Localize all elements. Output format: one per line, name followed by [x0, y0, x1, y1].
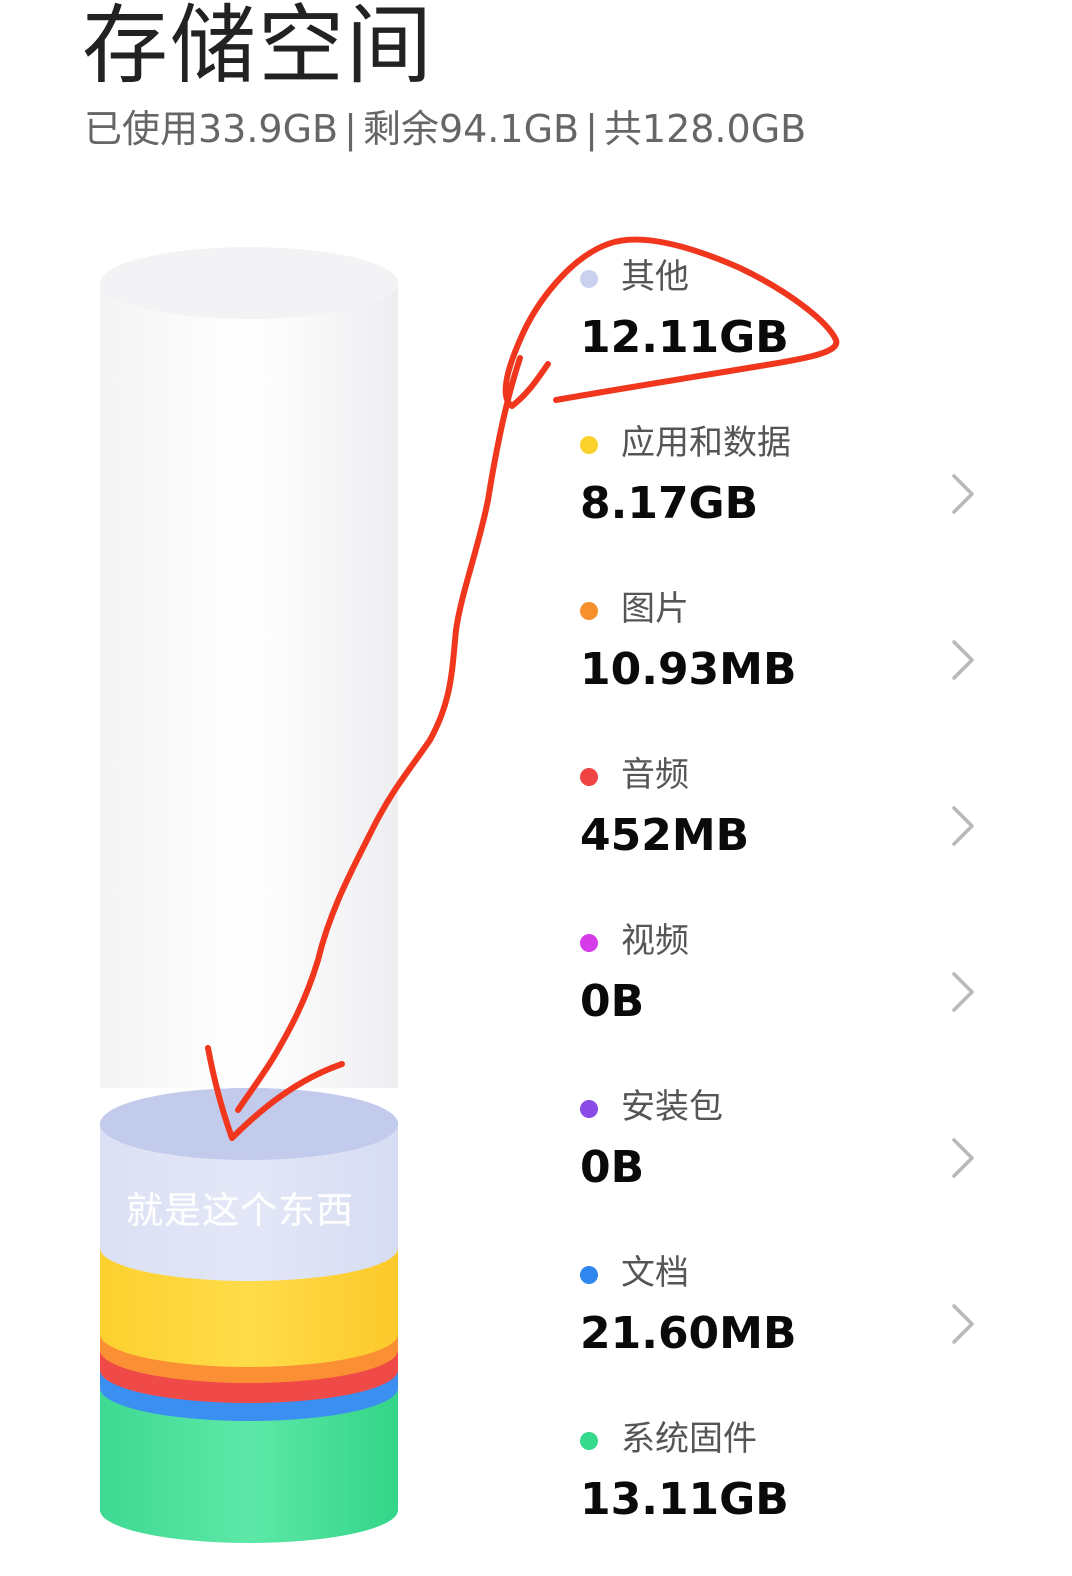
category-size: 13.11GB [580, 1474, 789, 1525]
chevron-right-icon[interactable] [948, 638, 978, 682]
segment-other-top [100, 1088, 398, 1160]
category-item-apps-data[interactable]: 应用和数据 8.17GB [560, 414, 1000, 554]
category-item-audio[interactable]: 音频 452MB [560, 746, 1000, 886]
category-name: 其他 [621, 257, 689, 297]
legend-dot [580, 1266, 598, 1284]
category-item-system-firmware: 系统固件 13.11GB [560, 1410, 1000, 1550]
category-name: 系统固件 [621, 1419, 757, 1459]
chevron-right-icon[interactable] [948, 1302, 978, 1346]
cylinder-overlay-label: 就是这个东西 [126, 1189, 354, 1232]
category-size: 12.11GB [580, 312, 789, 363]
segment-free-space [100, 247, 398, 1088]
legend-dot [580, 1432, 598, 1450]
category-name: 文档 [621, 1253, 689, 1293]
category-name: 应用和数据 [621, 423, 791, 463]
legend-dot [580, 602, 598, 620]
legend-dot [580, 436, 598, 454]
chevron-right-icon[interactable] [948, 472, 978, 516]
category-item-video[interactable]: 视频 0B [560, 912, 1000, 1052]
legend-dot [580, 270, 598, 288]
legend-dot [580, 768, 598, 786]
category-name: 图片 [621, 589, 689, 629]
category-item-packages[interactable]: 安装包 0B [560, 1078, 1000, 1218]
chevron-right-icon[interactable] [948, 970, 978, 1014]
category-size: 10.93MB [580, 644, 797, 695]
category-size: 21.60MB [580, 1308, 797, 1359]
legend-dot [580, 934, 598, 952]
chevron-right-icon[interactable] [948, 804, 978, 848]
category-size: 0B [580, 1142, 645, 1193]
category-item-documents[interactable]: 文档 21.60MB [560, 1244, 1000, 1384]
category-size: 8.17GB [580, 478, 759, 529]
category-size: 0B [580, 976, 645, 1027]
category-name: 视频 [621, 921, 689, 961]
category-size: 452MB [580, 810, 750, 861]
category-name: 安装包 [621, 1087, 723, 1127]
category-name: 音频 [621, 755, 689, 795]
chevron-right-icon[interactable] [948, 1136, 978, 1180]
legend-dot [580, 1100, 598, 1118]
category-item-images[interactable]: 图片 10.93MB [560, 580, 1000, 720]
category-item-other: 其他 12.11GB [560, 248, 1000, 388]
